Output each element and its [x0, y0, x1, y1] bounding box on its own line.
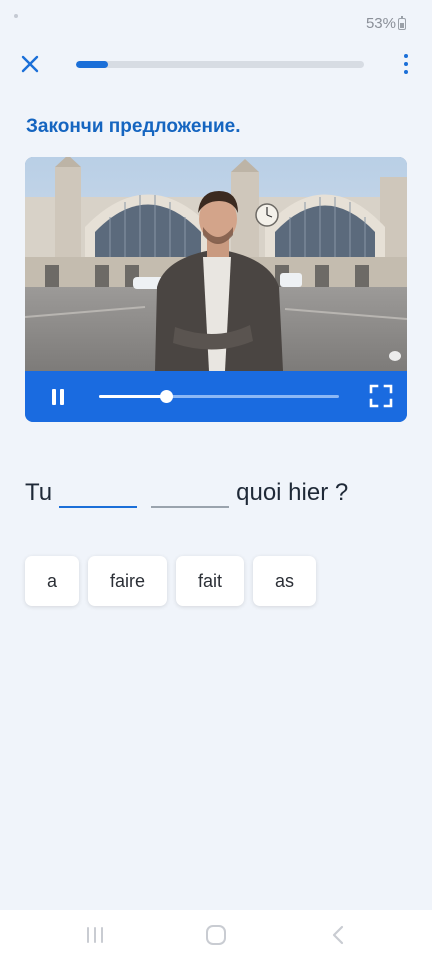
video-controls-bar [25, 371, 407, 422]
lesson-progress-fill [76, 61, 108, 68]
instruction-title: Закончи предложение. [26, 116, 241, 137]
word-option[interactable]: a [25, 556, 80, 606]
recents-button[interactable] [87, 927, 105, 943]
battery-icon [398, 15, 406, 30]
pause-icon [52, 389, 56, 405]
recents-icon [87, 927, 89, 943]
fullscreen-icon [369, 384, 393, 408]
sentence-suffix: quoi hier ? [236, 479, 349, 506]
video-seek-bar[interactable] [99, 390, 339, 403]
video-seek-fill [99, 395, 167, 398]
video-frame[interactable] [25, 157, 407, 371]
system-nav-bar [0, 910, 432, 960]
close-icon [21, 55, 39, 73]
battery-percentage: 53% [365, 15, 396, 32]
pause-button[interactable] [49, 387, 67, 407]
more-vertical-icon [404, 54, 408, 58]
back-icon [332, 925, 344, 945]
word-option[interactable]: as [253, 556, 317, 606]
video-seek-handle[interactable] [160, 390, 174, 403]
fullscreen-button[interactable] [369, 384, 393, 408]
word-option[interactable]: faire [88, 556, 168, 606]
answer-blank-2[interactable] [151, 478, 230, 508]
battery-indicator: 53% [366, 15, 406, 32]
more-options-button[interactable] [394, 50, 418, 78]
status-bar: 53% [0, 0, 432, 46]
lesson-screen: 53% Закончи предложение. Tu quoi hier ? … [0, 0, 432, 960]
word-option[interactable]: fait [176, 556, 245, 606]
close-button[interactable] [16, 50, 44, 78]
notification-dot [14, 14, 18, 18]
back-button[interactable] [330, 925, 346, 945]
word-options: a faire fait as [25, 556, 317, 606]
video-player[interactable] [25, 157, 407, 422]
sentence-prompt: Tu quoi hier ? [25, 472, 348, 508]
sentence-prefix: Tu [25, 479, 53, 506]
answer-blank-1[interactable] [59, 478, 138, 508]
lesson-progress-bar [76, 61, 364, 68]
home-button[interactable] [206, 925, 226, 945]
